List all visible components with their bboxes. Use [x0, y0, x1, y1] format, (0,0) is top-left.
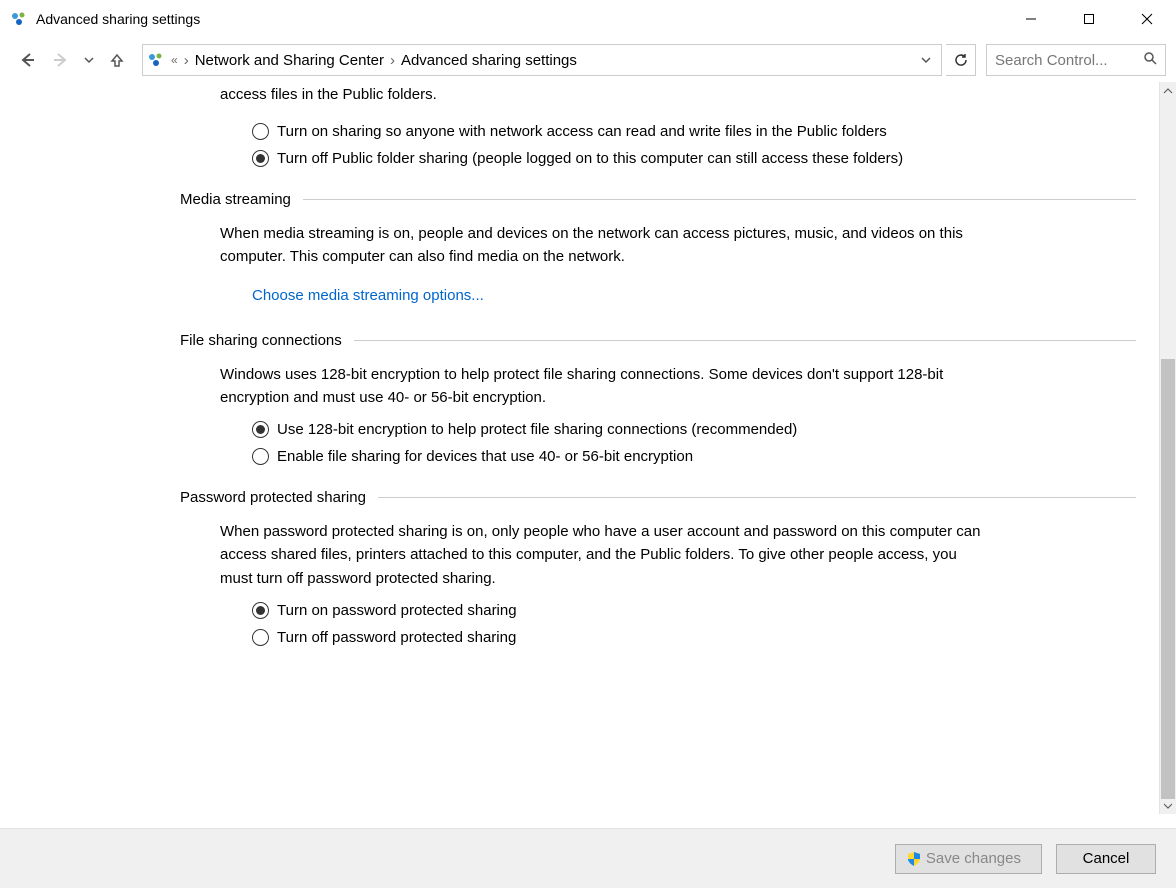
cancel-label: Cancel [1083, 850, 1130, 867]
save-changes-button[interactable]: Save changes [895, 844, 1042, 874]
scroll-thumb[interactable] [1161, 359, 1175, 799]
breadcrumb[interactable]: « › Network and Sharing Center › Advance… [142, 44, 942, 76]
divider [303, 199, 1136, 200]
password-desc: When password protected sharing is on, o… [220, 520, 990, 590]
filesharing-desc: Windows uses 128-bit encryption to help … [220, 363, 990, 410]
minimize-button[interactable] [1002, 0, 1060, 38]
nav-row: « › Network and Sharing Center › Advance… [0, 38, 1176, 82]
titlebar: Advanced sharing settings [0, 0, 1176, 38]
back-button[interactable] [12, 45, 42, 75]
breadcrumb-current[interactable]: Advanced sharing settings [401, 52, 577, 69]
radio-label: Use 128-bit encryption to help protect f… [277, 419, 797, 440]
shield-icon [906, 851, 922, 867]
radio-128bit[interactable]: Use 128-bit encryption to help protect f… [252, 419, 1136, 440]
up-button[interactable] [102, 45, 132, 75]
chevron-right-icon: › [184, 52, 189, 69]
section-header-filesharing: File sharing connections [180, 332, 1136, 349]
section-header-password: Password protected sharing [180, 489, 1136, 506]
window-title: Advanced sharing settings [36, 11, 200, 27]
password-radio-group: Turn on password protected sharing Turn … [252, 600, 1136, 648]
radio-40bit[interactable]: Enable file sharing for devices that use… [252, 446, 1136, 467]
radio-icon [252, 150, 269, 167]
breadcrumb-dropdown-icon[interactable] [921, 52, 937, 69]
forward-button[interactable] [46, 45, 76, 75]
media-desc: When media streaming is on, people and d… [220, 222, 990, 269]
media-streaming-options-link[interactable]: Choose media streaming options... [252, 287, 484, 304]
filesharing-radio-group: Use 128-bit encryption to help protect f… [252, 419, 1136, 467]
network-sharing-icon [147, 51, 165, 69]
chevron-right-icon: › [390, 52, 395, 69]
public-folder-radio-group: Turn on sharing so anyone with network a… [252, 121, 1136, 169]
section-title: File sharing connections [180, 332, 342, 349]
divider [354, 340, 1136, 341]
section-title: Password protected sharing [180, 489, 366, 506]
refresh-button[interactable] [946, 44, 976, 76]
radio-public-off[interactable]: Turn off Public folder sharing (people l… [252, 148, 1136, 169]
maximize-button[interactable] [1060, 0, 1118, 38]
breadcrumb-overflow-icon[interactable]: « [171, 53, 178, 67]
radio-icon [252, 421, 269, 438]
network-sharing-icon [10, 10, 28, 28]
divider [378, 497, 1136, 498]
search-icon [1143, 51, 1157, 69]
scroll-track[interactable] [1160, 99, 1176, 797]
radio-icon [252, 123, 269, 140]
public-folder-desc-partial: access files in the Public folders. [220, 86, 1136, 103]
radio-icon [252, 602, 269, 619]
radio-label: Turn off password protected sharing [277, 627, 516, 648]
radio-icon [252, 629, 269, 646]
radio-label: Turn off Public folder sharing (people l… [277, 148, 903, 169]
search-placeholder: Search Control... [995, 52, 1137, 69]
settings-content: access files in the Public folders. Turn… [0, 82, 1176, 814]
cancel-button[interactable]: Cancel [1056, 844, 1156, 874]
scroll-up-icon[interactable] [1160, 82, 1176, 99]
radio-public-on[interactable]: Turn on sharing so anyone with network a… [252, 121, 1136, 142]
save-label: Save changes [926, 850, 1021, 867]
section-title: Media streaming [180, 191, 291, 208]
breadcrumb-parent[interactable]: Network and Sharing Center [195, 52, 384, 69]
section-header-media: Media streaming [180, 191, 1136, 208]
radio-label: Turn on password protected sharing [277, 600, 517, 621]
radio-icon [252, 448, 269, 465]
radio-password-on[interactable]: Turn on password protected sharing [252, 600, 1136, 621]
footer-bar: Save changes Cancel [0, 828, 1176, 888]
radio-label: Turn on sharing so anyone with network a… [277, 121, 887, 142]
scroll-down-icon[interactable] [1160, 797, 1176, 814]
search-input[interactable]: Search Control... [986, 44, 1166, 76]
radio-label: Enable file sharing for devices that use… [277, 446, 693, 467]
close-button[interactable] [1118, 0, 1176, 38]
vertical-scrollbar[interactable] [1159, 82, 1176, 814]
radio-password-off[interactable]: Turn off password protected sharing [252, 627, 1136, 648]
recent-locations-button[interactable] [80, 55, 98, 65]
